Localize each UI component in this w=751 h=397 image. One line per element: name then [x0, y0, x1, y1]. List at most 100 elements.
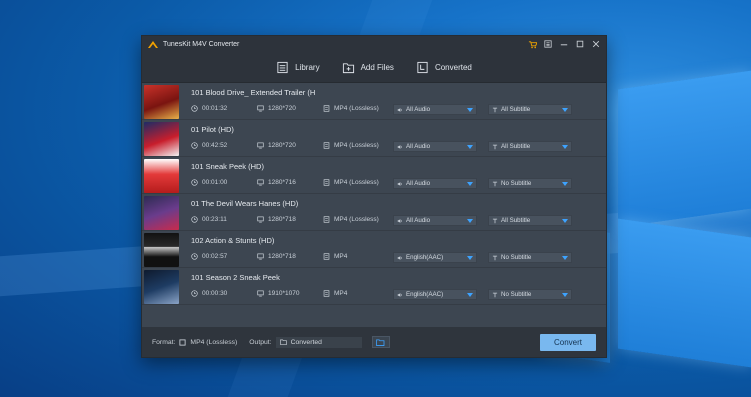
file-row[interactable]: 01 Pilot (HD) 00:42:52 1280*720 MP4 (Los…: [142, 120, 606, 157]
app-window: TunesKit M4V Converter Library Add Files…: [141, 35, 607, 358]
output-format[interactable]: MP4 (Lossless): [323, 105, 379, 112]
subtitle-select[interactable]: All Subtitle: [488, 104, 572, 115]
subtitle-select[interactable]: No Subtitle: [488, 289, 572, 300]
cart-icon[interactable]: [527, 39, 537, 49]
audio-select[interactable]: All Audio: [393, 141, 477, 152]
monitor-icon: [257, 105, 264, 112]
text-icon: [492, 218, 498, 223]
duration-value: 00:01:32: [202, 105, 228, 112]
duration: 00:02:57: [191, 253, 227, 260]
converted-button[interactable]: Converted: [416, 61, 472, 74]
output-format[interactable]: MP4 (Lossless): [323, 179, 379, 186]
format-value: MP4 (Lossless): [334, 179, 379, 186]
speaker-icon: [397, 144, 402, 149]
chevron-down-icon: [467, 256, 473, 260]
audio-select[interactable]: All Audio: [393, 178, 477, 189]
clock-icon: [191, 253, 198, 260]
audio-select[interactable]: All Audio: [393, 215, 477, 226]
clock-icon: [191, 290, 198, 297]
subtitle-select[interactable]: All Subtitle: [488, 215, 572, 226]
library-icon: [277, 61, 288, 74]
audio-select[interactable]: English(AAC): [393, 289, 477, 300]
open-folder-icon: [376, 338, 385, 346]
format-label: Format:: [152, 338, 176, 346]
maximize-icon[interactable]: [575, 39, 585, 49]
main-toolbar: Library Add Files Converted: [142, 53, 606, 83]
monitor-icon: [257, 253, 264, 260]
windows-logo-pane: [618, 70, 751, 228]
output-format[interactable]: MP4 (Lossless): [323, 142, 379, 149]
resolution: 1280*718: [257, 253, 296, 260]
add-files-button[interactable]: Add Files: [342, 61, 394, 74]
speaker-icon: [397, 255, 402, 260]
minimize-icon[interactable]: [559, 39, 569, 49]
windows-logo-pane: [618, 218, 751, 368]
audio-select[interactable]: All Audio: [393, 104, 477, 115]
duration-value: 00:42:52: [202, 142, 228, 149]
video-thumbnail: [144, 270, 179, 304]
audio-value: All Audio: [406, 143, 431, 150]
output-path-value: Converted: [290, 338, 322, 346]
subtitle-select[interactable]: No Subtitle: [488, 178, 572, 189]
speaker-icon: [397, 107, 402, 112]
folder-icon: [279, 339, 287, 345]
duration-value: 00:00:30: [202, 290, 228, 297]
resolution-value: 1280*720: [268, 105, 296, 112]
convert-button[interactable]: Convert: [540, 334, 596, 351]
speaker-icon: [397, 181, 402, 186]
video-title: 101 Blood Drive_ Extended Trailer (H: [191, 88, 316, 97]
duration-value: 00:23:11: [202, 216, 227, 223]
file-row[interactable]: 101 Season 2 Sneak Peek 00:00:30 1910*10…: [142, 268, 606, 305]
file-format-icon: [323, 290, 330, 297]
output-format[interactable]: MP4 (Lossless): [323, 216, 379, 223]
video-thumbnail: [144, 196, 179, 230]
output-format[interactable]: MP4: [323, 290, 347, 297]
video-title: 01 The Devil Wears Hanes (HD): [191, 199, 299, 208]
file-row[interactable]: 101 Blood Drive_ Extended Trailer (H 00:…: [142, 83, 606, 120]
duration: 00:42:52: [191, 142, 227, 149]
chevron-down-icon: [562, 293, 568, 297]
text-icon: [492, 292, 498, 297]
resolution-value: 1280*718: [268, 216, 296, 223]
file-format-icon: [323, 105, 330, 112]
subtitle-select[interactable]: All Subtitle: [488, 141, 572, 152]
resolution-value: 1280*718: [268, 253, 296, 260]
converted-icon: [417, 61, 428, 74]
video-title: 102 Action & Stunts (HD): [191, 236, 275, 245]
chevron-down-icon: [562, 219, 568, 223]
subtitle-value: No Subtitle: [501, 291, 532, 298]
browse-folder-button[interactable]: [371, 336, 390, 348]
format-value[interactable]: MP4 (Lossless): [190, 339, 237, 346]
audio-value: English(AAC): [406, 254, 444, 261]
text-icon: [492, 255, 498, 260]
subtitle-select[interactable]: No Subtitle: [488, 252, 572, 263]
file-format-icon: [323, 142, 330, 149]
library-button[interactable]: Library: [276, 61, 320, 74]
format-value: MP4 (Lossless): [334, 142, 379, 149]
audio-value: All Audio: [406, 217, 431, 224]
close-icon[interactable]: [591, 39, 601, 49]
file-format-icon: [323, 179, 330, 186]
menu-icon[interactable]: [543, 39, 553, 49]
monitor-icon: [257, 142, 264, 149]
chevron-down-icon: [467, 182, 473, 186]
library-label: Library: [295, 63, 320, 72]
duration: 00:01:32: [191, 105, 227, 112]
chevron-down-icon: [467, 145, 473, 149]
subtitle-value: All Subtitle: [501, 106, 531, 113]
titlebar: TunesKit M4V Converter: [142, 36, 606, 53]
audio-select[interactable]: English(AAC): [393, 252, 477, 263]
subtitle-value: No Subtitle: [501, 180, 532, 187]
text-icon: [492, 181, 498, 186]
text-icon: [492, 107, 498, 112]
file-row[interactable]: 102 Action & Stunts (HD) 00:02:57 1280*7…: [142, 231, 606, 268]
resolution: 1280*720: [257, 105, 296, 112]
file-row[interactable]: 101 Sneak Peek (HD) 00:01:00 1280*716 MP…: [142, 157, 606, 194]
video-title: 101 Season 2 Sneak Peek: [191, 273, 280, 282]
clock-icon: [191, 179, 198, 186]
output-format[interactable]: MP4: [323, 253, 347, 260]
audio-value: All Audio: [406, 180, 431, 187]
file-row[interactable]: 01 The Devil Wears Hanes (HD) 00:23:11 1…: [142, 194, 606, 231]
window-title: TunesKit M4V Converter: [163, 41, 240, 48]
output-path-field[interactable]: Converted: [275, 336, 362, 348]
